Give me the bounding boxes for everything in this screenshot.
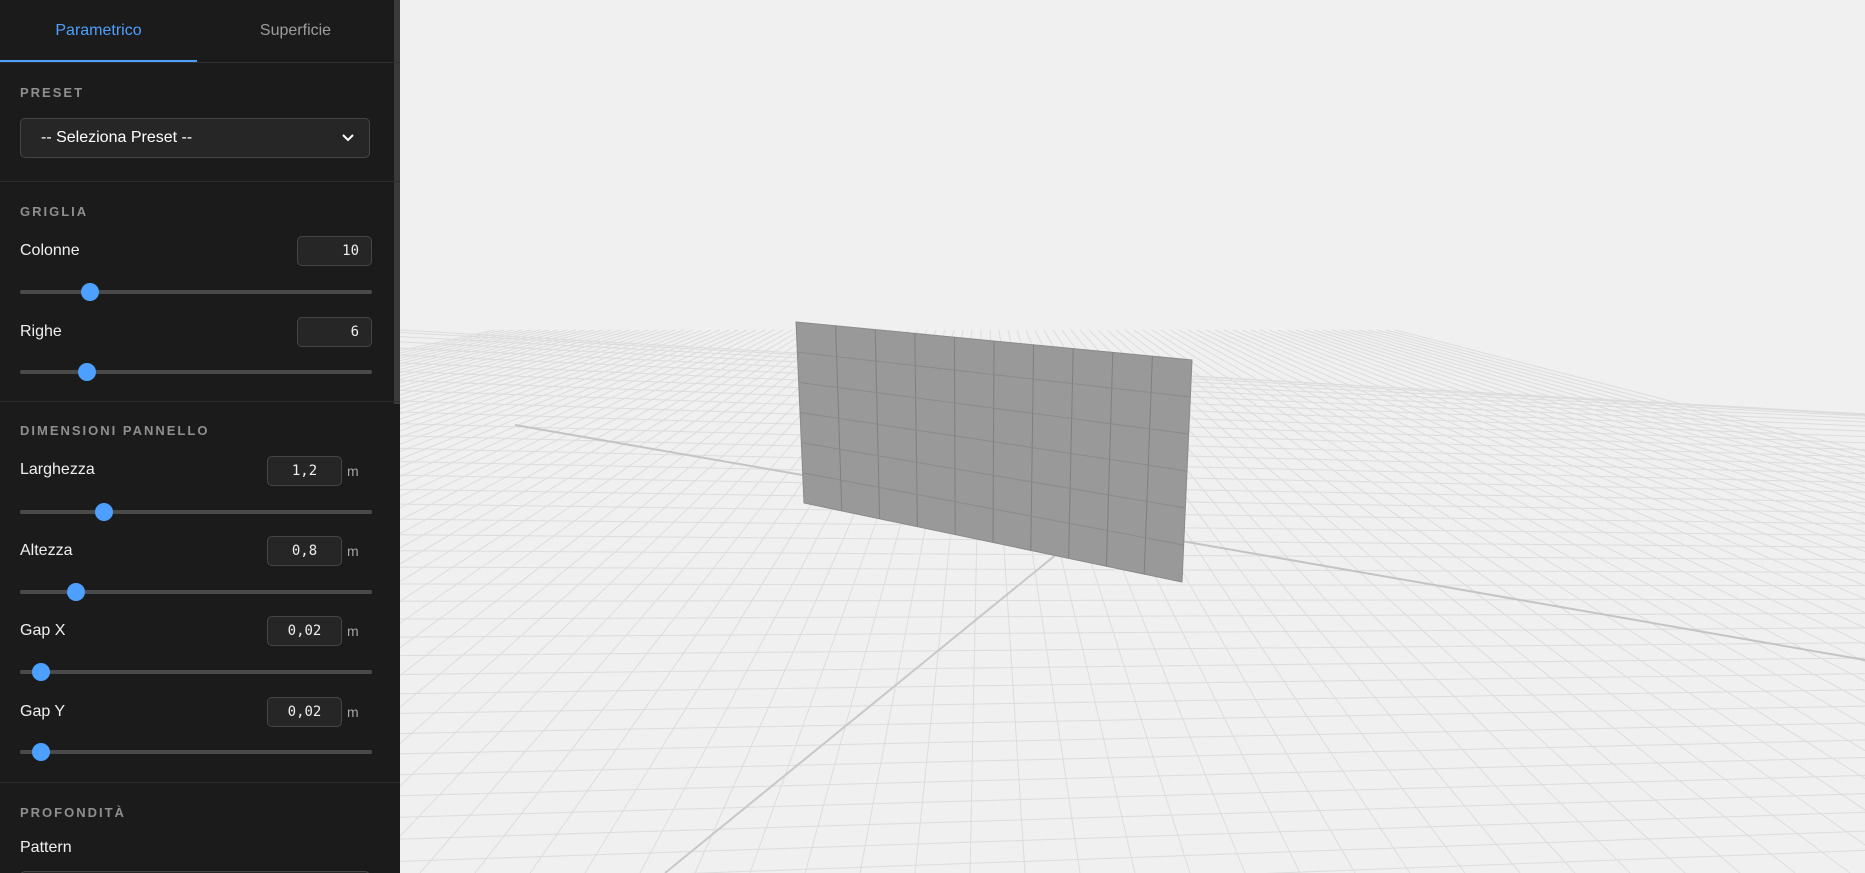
profondita-section: PROFONDITÀ Pattern xyxy=(0,783,400,873)
grid-line xyxy=(400,612,1865,620)
grid-line xyxy=(1151,329,1865,780)
slider-track xyxy=(20,750,372,754)
dimensioni-section: DIMENSIONI PANNELLO Larghezza 1,2 m Alte… xyxy=(0,402,400,783)
gap-y-slider[interactable] xyxy=(20,743,372,761)
colonne-label: Colonne xyxy=(20,242,80,259)
pattern-label: Pattern xyxy=(20,839,72,856)
altezza-unit: m xyxy=(347,543,359,559)
griglia-section-title: GRIGLIA xyxy=(20,204,89,219)
preset-section-title: PRESET xyxy=(20,85,85,100)
grid-line xyxy=(1331,329,1865,493)
grid-line xyxy=(1349,329,1865,480)
righe-label: Righe xyxy=(20,323,62,340)
slider-thumb[interactable] xyxy=(32,663,51,681)
gap-x-slider[interactable] xyxy=(20,663,372,681)
slider-track xyxy=(20,290,372,294)
gap-y-unit: m xyxy=(347,704,359,720)
dimensioni-section-title: DIMENSIONI PANNELLO xyxy=(20,423,210,438)
grid-line xyxy=(400,757,1865,797)
tab-bar: Parametrico Superficie xyxy=(0,0,400,63)
slider-thumb[interactable] xyxy=(67,583,86,601)
gap-y-input[interactable]: 0,02 xyxy=(267,697,342,727)
grid-line xyxy=(1133,329,1865,846)
colonne-slider[interactable] xyxy=(20,283,372,301)
grid-line xyxy=(400,657,1865,675)
preset-select-value: -- Seleziona Preset -- xyxy=(41,129,193,146)
profondita-section-title: PROFONDITÀ xyxy=(20,805,126,820)
righe-slider[interactable] xyxy=(20,363,372,381)
preset-section: PRESET -- Seleziona Preset -- xyxy=(0,63,400,182)
grid-line xyxy=(400,583,1865,587)
slider-thumb[interactable] xyxy=(32,743,51,761)
gap-x-unit: m xyxy=(347,623,359,639)
griglia-section: GRIGLIA Colonne 10 Righe 6 xyxy=(0,182,400,402)
colonne-input[interactable]: 10 xyxy=(297,236,372,266)
gap-x-label: Gap X xyxy=(20,622,66,639)
gap-x-input[interactable]: 0,02 xyxy=(267,616,342,646)
control-sidebar: Parametrico Superficie PRESET -- Selezio… xyxy=(0,0,400,873)
larghezza-slider[interactable] xyxy=(20,503,372,521)
grid-line xyxy=(400,627,1865,638)
gap-y-label: Gap Y xyxy=(20,703,66,720)
x-axis-line xyxy=(514,424,1865,661)
altezza-slider[interactable] xyxy=(20,583,372,601)
3d-scene[interactable] xyxy=(400,0,1865,873)
slider-thumb[interactable] xyxy=(95,503,114,521)
altezza-label: Altezza xyxy=(20,542,73,559)
slider-track xyxy=(20,370,372,374)
righe-input[interactable]: 6 xyxy=(297,317,372,347)
larghezza-unit: m xyxy=(347,463,359,479)
preset-select[interactable]: -- Seleziona Preset -- xyxy=(20,118,370,158)
grid-line xyxy=(688,830,1865,873)
larghezza-input[interactable]: 1,2 xyxy=(267,456,342,486)
grid-line xyxy=(400,673,1865,695)
slider-track xyxy=(20,670,372,674)
larghezza-label: Larghezza xyxy=(20,461,95,478)
panel-wall[interactable] xyxy=(795,321,1193,583)
grid-line xyxy=(1376,329,1865,463)
altezza-input[interactable]: 0,8 xyxy=(267,536,342,566)
grid-line xyxy=(400,722,1865,755)
slider-thumb[interactable] xyxy=(77,363,96,381)
grid-line xyxy=(400,774,1865,818)
slider-track xyxy=(20,510,372,514)
chevron-down-icon xyxy=(342,134,354,142)
3d-viewport[interactable] xyxy=(400,0,1865,873)
grid-line xyxy=(400,642,1865,657)
tab-parametrico[interactable]: Parametrico xyxy=(0,0,197,62)
grid-line xyxy=(1340,329,1865,487)
slider-thumb[interactable] xyxy=(81,283,100,301)
tab-superficie[interactable]: Superficie xyxy=(197,0,394,61)
